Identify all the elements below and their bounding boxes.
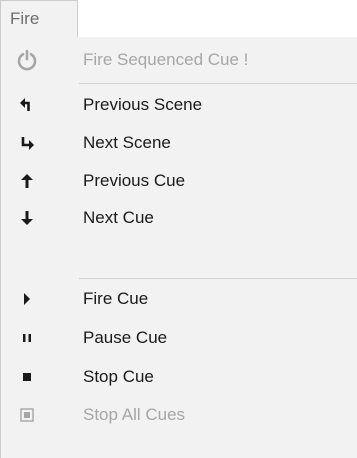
return-up-left-icon: [15, 87, 39, 123]
pause-icon: [15, 320, 39, 356]
menu-item-label: Next Cue: [83, 208, 154, 227]
menu-item-label: Previous Scene: [83, 95, 203, 114]
fire-dropdown-menu: Fire Sequenced Cue ! Previous Scene Next…: [0, 37, 357, 458]
menu-item-next-scene[interactable]: Next Scene: [1, 125, 357, 161]
menu-item-label: Previous Cue: [83, 171, 186, 190]
menu-item-stop-cue[interactable]: Stop Cue: [1, 359, 357, 395]
stop-icon: [15, 359, 39, 395]
menu-separator: [79, 278, 357, 279]
return-down-right-icon: [15, 125, 39, 161]
power-icon: [15, 42, 39, 78]
menu-item-pause-cue[interactable]: Pause Cue: [1, 320, 357, 356]
menu-item-fire-cue[interactable]: Fire Cue: [1, 281, 357, 317]
menu-item-label: Stop All Cues: [83, 405, 186, 424]
menu-bar: Fire: [0, 0, 357, 38]
play-icon: [15, 281, 39, 317]
menu-item-fire-sequenced-cue: Fire Sequenced Cue !: [1, 42, 357, 78]
menu-item-label: Next Scene: [83, 133, 171, 152]
arrow-up-icon: [15, 163, 39, 199]
menu-item-previous-cue[interactable]: Previous Cue: [1, 163, 357, 199]
menu-item-label: Fire Sequenced Cue !: [83, 50, 249, 69]
menu-item-previous-scene[interactable]: Previous Scene: [1, 87, 357, 123]
menu-item-label: Fire Cue: [83, 289, 149, 308]
menu-item-next-cue[interactable]: Next Cue: [1, 200, 357, 236]
arrow-down-icon: [15, 200, 39, 236]
menu-item-stop-all-cues: Stop All Cues: [1, 397, 357, 433]
menu-separator: [79, 83, 357, 84]
stop-all-icon: [15, 397, 39, 433]
menu-fire[interactable]: Fire: [0, 0, 78, 38]
menu-item-label: Pause Cue: [83, 328, 168, 347]
menu-item-label: Stop Cue: [83, 367, 154, 386]
menu-fire-label: Fire: [10, 9, 40, 28]
